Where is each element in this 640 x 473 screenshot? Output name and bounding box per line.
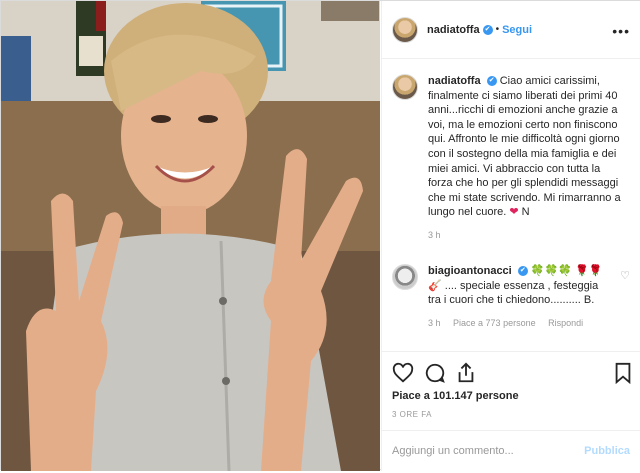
verified-badge-icon: ✔	[486, 76, 497, 87]
comment-text: .... speciale essenza , festeggia tra i …	[428, 279, 599, 307]
post-actions: Piace a 101.147 persone 3 ORE FA Aggiung…	[382, 351, 640, 472]
comment-time[interactable]: 3 h	[428, 318, 441, 328]
caption: nadiatoffa ✔ Ciao amici carissimi, final…	[392, 74, 626, 243]
action-icons	[392, 362, 632, 386]
like-comment-heart-icon[interactable]: ♡	[620, 269, 630, 282]
caption-body: nadiatoffa ✔ Ciao amici carissimi, final…	[428, 74, 626, 243]
save-bookmark-icon[interactable]	[612, 362, 634, 384]
comments-section[interactable]: nadiatoffa ✔ Ciao amici carissimi, final…	[382, 59, 640, 351]
caption-signoff: N	[521, 206, 530, 219]
caption-time[interactable]: 3 h	[428, 230, 441, 240]
post-timestamp[interactable]: 3 ORE FA	[392, 410, 432, 419]
add-comment-bar: Aggiungi un commento... Pubblica	[382, 430, 640, 473]
comment-bubble-icon[interactable]	[424, 362, 446, 384]
likes-count[interactable]: Piace a 101.147 persone	[392, 390, 519, 402]
commenter-username[interactable]: biagioantonacci	[428, 265, 512, 277]
comment-input[interactable]: Aggiungi un commento...	[392, 445, 514, 457]
post-photo[interactable]	[1, 1, 380, 471]
comment-meta: 3 h Piace a 773 persone Rispondi	[428, 316, 608, 331]
like-heart-icon[interactable]	[392, 362, 414, 384]
comment-likes[interactable]: Piace a 773 persone	[453, 318, 536, 328]
more-options-icon[interactable]: •••	[612, 23, 630, 39]
instagram-post: nadiatoffa ✔ • Segui ••• nadiatoffa ✔ Ci…	[0, 0, 640, 471]
publish-button[interactable]: Pubblica	[584, 445, 630, 457]
comment-body: biagioantonacci ✔ 🍀🍀🍀 🌹🌹🎸 .... speciale …	[428, 264, 608, 330]
header-separator: •	[495, 24, 500, 35]
clover-emoji-icon: 🍀🍀🍀	[530, 265, 572, 277]
commenter-avatar[interactable]	[392, 264, 418, 290]
caption-meta: 3 h	[428, 228, 626, 243]
caption-username[interactable]: nadiatoffa	[428, 75, 481, 87]
verified-badge-icon: ✔	[482, 24, 493, 35]
caption-avatar[interactable]	[392, 74, 418, 100]
comment-item: biagioantonacci ✔ 🍀🍀🍀 🌹🌹🎸 .... speciale …	[392, 264, 608, 330]
photo-illustration	[1, 1, 380, 471]
caption-text: Ciao amici carissimi, finalmente ci siam…	[428, 75, 621, 219]
author-username[interactable]: nadiatoffa	[427, 24, 480, 36]
post-header: nadiatoffa ✔ • Segui •••	[382, 1, 640, 59]
heart-emoji-icon: ❤	[509, 206, 519, 219]
share-icon[interactable]	[455, 362, 477, 384]
post-sidebar: nadiatoffa ✔ • Segui ••• nadiatoffa ✔ Ci…	[381, 1, 640, 471]
author-avatar[interactable]	[392, 16, 418, 43]
follow-button[interactable]: Segui	[502, 24, 532, 36]
verified-badge-icon: ✔	[517, 266, 528, 277]
reply-button[interactable]: Rispondi	[548, 318, 583, 328]
